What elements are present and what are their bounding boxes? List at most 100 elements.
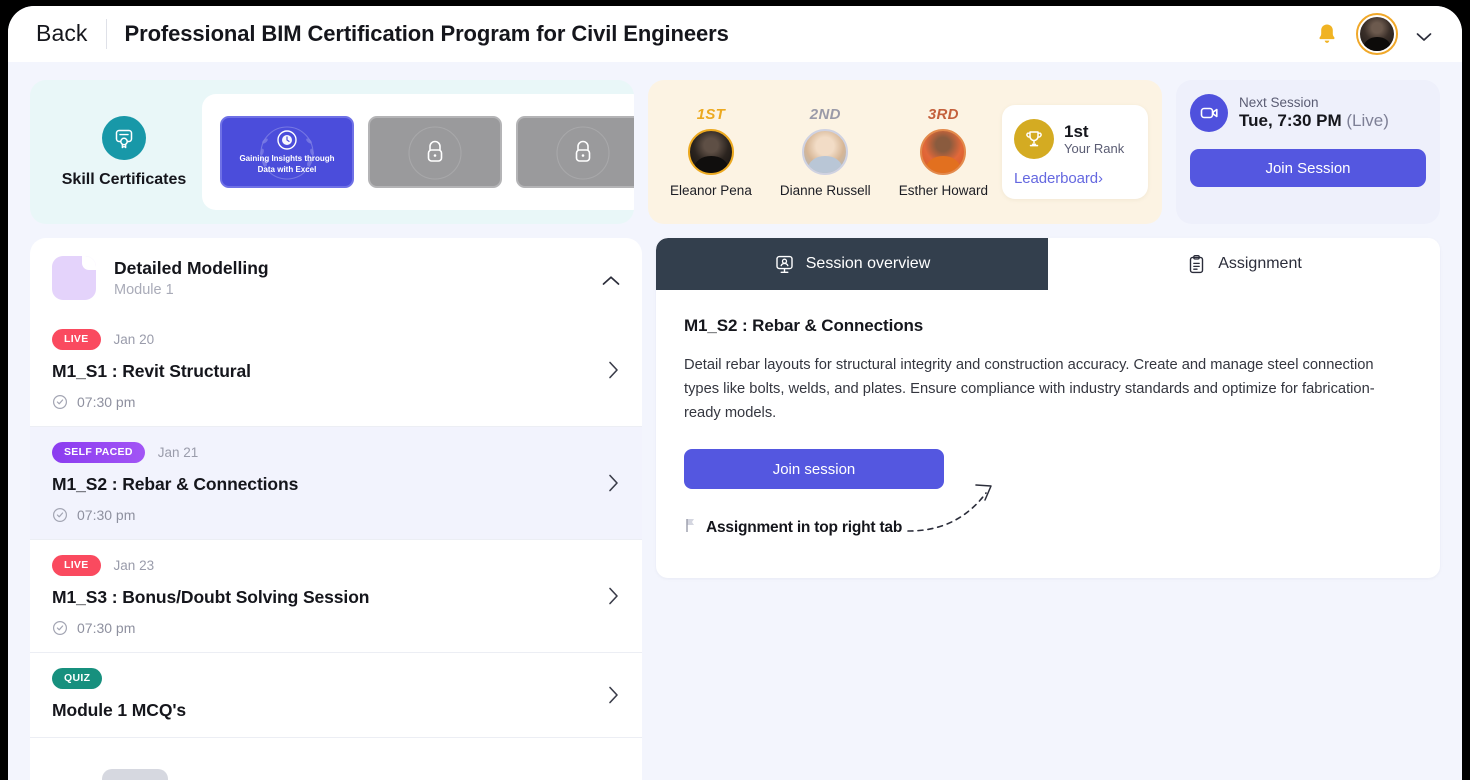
leaderboard-entry[interactable]: 2ND Dianne Russell [780,106,871,198]
session-item-content: LIVE Jan 20 M1_S1 : Revit Structural 07:… [52,329,597,410]
session-title: Module 1 MCQ's [52,700,187,720]
clipboard-icon [1190,254,1204,273]
next-session-text: Next Session Tue, 7:30 PM (Live) [1239,95,1389,131]
tab-label: Session overview [805,255,931,272]
session-list-panel: Detailed Modelling Module 1 LIVE Jan 20 … [30,238,642,780]
session-detail-panel: Session overview Assignment M1_S2: Reba… [656,238,1440,578]
notification-bell-icon[interactable] [1316,22,1338,46]
session-date: Jan 23 [113,558,155,573]
session-date: Jan 21 [157,445,199,460]
clock-icon [52,394,68,410]
your-rank-label: Your Rank [1064,141,1125,157]
lock-icon [575,140,591,162]
chevron-right-icon[interactable] [607,685,620,705]
tab-label: Assignment [1218,255,1302,272]
session-detail-description: Detail rebar layouts for structural inte… [684,357,1375,421]
chevron-right-icon[interactable] [607,586,620,606]
session-detail-title: M1_S2 : Rebar & Connections [684,316,924,335]
skill-certificates-header: Skill Certificates [46,115,202,189]
tab-assignment[interactable]: Assignment [1048,238,1440,290]
clock-icon [52,620,68,636]
clock-icon [52,507,68,523]
back-button[interactable]: Back [30,18,104,51]
next-session-time-value: Tue, 7:30 PM [1239,111,1342,130]
main-body: Skill Certificates Gaining Insights thro… [8,62,1462,780]
your-rank-value: 1st [1064,121,1089,141]
leaderboard-entry[interactable]: 1ST Eleanor Pena [670,106,752,198]
medal-icon [277,130,297,150]
status-badge: QUIZ [52,668,103,689]
certificate-tile-unlocked[interactable]: Gaining Insights through Data with Excel [220,116,354,188]
session-list-item[interactable]: QUIZ Module 1 MCQ's [30,653,642,737]
session-meta: LIVE Jan 23 [52,555,597,576]
leaderboard-rank-label: 3RD [927,106,959,123]
presenter-icon [776,255,793,273]
certificate-icon [102,115,146,160]
chevron-right-icon[interactable] [607,473,620,493]
session-time-value: 07:30 pm [77,620,136,636]
header-actions [1316,13,1432,55]
your-rank-row: 1st Your Rank [1014,119,1136,159]
next-session-label: Next Session [1239,95,1319,110]
session-detail-body: M1_S2 : Rebar & Connections Detail rebar… [656,290,1440,539]
session-list-item[interactable]: LIVE Jan 20 M1_S1 : Revit Structural 07:… [30,314,642,426]
session-time-value: 07:30 pm [77,507,136,523]
detail-tabs: Session overview Assignment [656,238,1440,290]
leaderboard-rank-label: 1ST [696,106,726,123]
curved-arrow-icon [902,479,1002,544]
avatar-image [1360,17,1394,51]
session-title: M1_S3 : Bonus/Doubt Solving Session [52,587,370,607]
list-divider [30,737,642,738]
avatar[interactable] [1356,13,1398,55]
session-list-item[interactable]: LIVE Jan 23 M1_S3 : Bonus/Doubt Solving … [30,540,642,652]
certificate-tile-locked[interactable] [516,116,634,188]
annotation-text: Assignment in top right tab [706,519,903,537]
session-time: 07:30 pm [52,507,597,523]
module-subtitle: Module 1 [114,282,174,298]
next-session-info: Next Session Tue, 7:30 PM (Live) [1190,94,1426,132]
your-rank-text: 1st Your Rank [1064,122,1124,157]
chevron-up-icon[interactable] [602,273,620,285]
module-title: Detailed Modelling [114,258,269,278]
leaderboard-name: Dianne Russell [779,183,871,198]
page-title: Professional BIM Certification Program f… [124,21,729,46]
leaderboard-name: Esther Howard [898,183,988,198]
session-date: Jan 20 [113,332,155,347]
your-rank-card: 1st Your Rank Leaderboard› [1002,105,1148,199]
session-meta: QUIZ [52,668,597,689]
leaderboard-name: Eleanor Pena [670,183,752,198]
session-item-content: QUIZ Module 1 MCQ's [52,668,597,721]
summary-row: Skill Certificates Gaining Insights thro… [30,80,1440,224]
chevron-down-icon[interactable] [1416,29,1432,41]
session-meta: SELF PACED Jan 21 [52,442,597,463]
certificate-tile-locked[interactable] [368,116,502,188]
join-session-top-button[interactable]: Join Session [1190,149,1426,187]
leaderboard-rank-label: 2ND [809,106,841,123]
leaderboard-avatar [802,129,849,175]
next-session-card: Next Session Tue, 7:30 PM (Live) Join Se… [1176,80,1440,224]
leaderboard-avatar [687,129,734,175]
module-header[interactable]: Detailed Modelling Module 1 [30,238,642,314]
session-item-content: LIVE Jan 23 M1_S3 : Bonus/Doubt Solving … [52,555,597,636]
module-thumbnail [52,256,96,300]
trophy-icon [1014,119,1054,159]
app-header: Back Professional BIM Certification Prog… [8,6,1462,62]
leaderboard-avatar [920,129,967,175]
next-session-time: Tue, 7:30 PM (Live) [1239,111,1389,131]
leaderboard-link[interactable]: Leaderboard› [1014,170,1136,187]
chevron-right-icon[interactable] [607,360,620,380]
session-title: M1_S2 : Rebar & Connections [52,474,299,494]
session-time-value: 07:30 pm [77,394,136,410]
leaderboard-card: 1ST Eleanor Pena 2ND Dianne Russell 3RD … [648,80,1162,224]
certificate-tile-title: Gaining Insights through Data with Excel [239,153,335,174]
skill-certificates-label: Skill Certificates [61,170,187,188]
leaderboard-entry[interactable]: 3RD Esther Howard [899,106,988,198]
session-meta: LIVE Jan 20 [52,329,597,350]
tab-session-overview[interactable]: Session overview [656,238,1048,290]
session-item-content: SELF PACED Jan 21 M1_S2 : Rebar & Connec… [52,442,597,523]
content-row: Detailed Modelling Module 1 LIVE Jan 20 … [30,238,1440,780]
session-time: 07:30 pm [52,394,597,410]
session-list-item[interactable]: SELF PACED Jan 21 M1_S2 : Rebar & Connec… [30,427,642,539]
status-badge: LIVE [52,329,101,350]
session-title: M1_S1 : Revit Structural [52,361,251,381]
